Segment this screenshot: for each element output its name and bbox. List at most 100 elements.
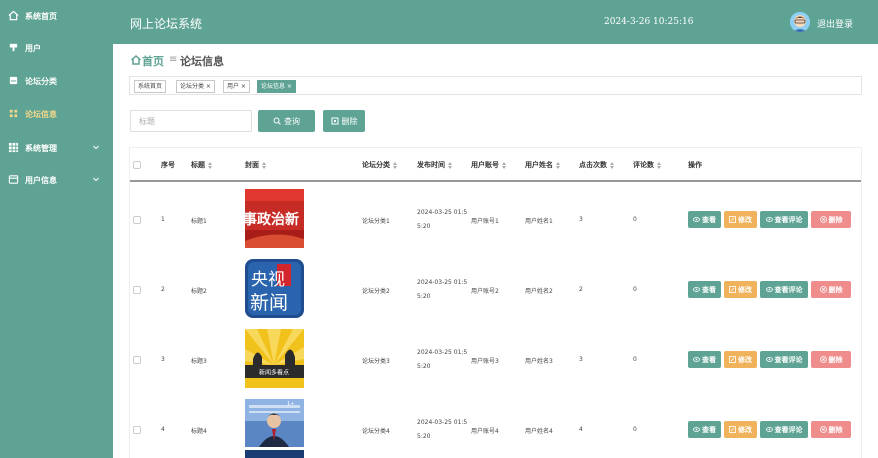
header-datetime: 2024-3-26 10:25:16 xyxy=(604,17,694,27)
cover-image[interactable]: 1+ xyxy=(245,399,304,458)
tag-label: 系统首页 xyxy=(138,83,163,90)
home-icon xyxy=(131,54,141,65)
eye-icon xyxy=(765,357,773,362)
cell-clicks: 3 xyxy=(579,356,583,363)
view-button[interactable]: 查看 xyxy=(688,421,721,438)
column-header-comments[interactable]: 评论数 xyxy=(633,160,662,170)
column-header-account[interactable]: 用户账号 xyxy=(471,160,507,170)
cover-badge-text: 1+ xyxy=(287,401,294,407)
avatar[interactable] xyxy=(790,12,810,32)
cell-category: 论坛分类3 xyxy=(362,358,390,365)
cover-cctv-news-icon: 央视 新闻 xyxy=(245,259,304,318)
row-checkbox[interactable] xyxy=(133,426,141,434)
edit-button[interactable]: 修改 xyxy=(724,351,757,368)
delete-button[interactable]: 删除 xyxy=(811,211,851,228)
cell-clicks: 2 xyxy=(579,286,583,293)
logout-link[interactable]: 退出登录 xyxy=(817,17,853,30)
tag-forum-category[interactable]: 论坛分类 × xyxy=(176,80,215,93)
forum-table: 序号 标题 封面 论坛分类 发布时间 用户账号 用户姓名 点击次数 评论数 操作… xyxy=(129,147,862,458)
edit-button[interactable]: 修改 xyxy=(724,281,757,298)
delete-button[interactable]: 删除 xyxy=(811,281,851,298)
edit-icon xyxy=(729,286,736,293)
view-comments-button[interactable]: 查看评论 xyxy=(760,211,808,228)
view-comments-button[interactable]: 查看评论 xyxy=(760,351,808,368)
cover-image[interactable]: 事政治新 xyxy=(245,189,304,248)
edit-button[interactable]: 修改 xyxy=(724,421,757,438)
row-checkbox[interactable] xyxy=(133,356,141,364)
view-button[interactable]: 查看 xyxy=(688,211,721,228)
eye-icon xyxy=(693,427,700,432)
close-circle-icon xyxy=(819,426,827,433)
cell-category: 论坛分类1 xyxy=(362,218,390,225)
search-title-input[interactable] xyxy=(130,110,252,132)
breadcrumb-home[interactable]: 首页 xyxy=(142,53,164,69)
sidebar-item-forum-category[interactable]: 论坛分类 xyxy=(0,69,113,93)
view-button[interactable]: 查看 xyxy=(688,351,721,368)
forum-category-icon xyxy=(9,76,18,85)
column-header-title[interactable]: 标题 xyxy=(191,160,213,170)
cell-name: 用户姓名2 xyxy=(525,288,553,295)
cell-index: 1 xyxy=(161,216,165,223)
eye-icon xyxy=(693,357,700,362)
sidebar-item-label: 论坛信息 xyxy=(25,110,57,119)
cell-comments: 0 xyxy=(633,356,637,363)
user-card-icon xyxy=(8,175,19,184)
tag-label: 论坛分类 xyxy=(180,83,205,90)
column-header-publish-time[interactable]: 发布时间 xyxy=(417,160,453,170)
home-icon xyxy=(8,10,19,21)
cell-account: 用户账号2 xyxy=(471,288,499,295)
sort-icon xyxy=(657,161,662,169)
tag-forum-info[interactable]: 论坛信息 × xyxy=(257,80,296,93)
cell-clicks: 3 xyxy=(579,216,583,223)
sidebar-item-label: 用户 xyxy=(25,44,41,53)
app-title: 网上论坛系统 xyxy=(130,17,203,31)
close-icon[interactable]: × xyxy=(239,83,246,90)
cell-category: 论坛分类2 xyxy=(362,288,390,295)
query-button[interactable]: 查询 xyxy=(258,110,315,132)
chevron-down-icon xyxy=(93,145,99,150)
cell-publish-time: 2024-03-25 01:55:20 xyxy=(417,419,468,440)
table-row: 1 标题1 事政治新 论坛分类1 2024-03-25 01:55:20 用户账… xyxy=(130,184,861,255)
sidebar-item-user[interactable]: 用户 xyxy=(0,36,113,60)
row-checkbox[interactable] xyxy=(133,286,141,294)
sidebar-item-label: 系统管理 xyxy=(25,144,57,153)
tag-user[interactable]: 用户 × xyxy=(223,80,250,93)
cell-title: 标题1 xyxy=(191,218,207,225)
sidebar-item-system-management[interactable]: 系统管理 xyxy=(0,136,113,160)
tag-home[interactable]: 系统首页 xyxy=(134,80,167,93)
view-comments-button[interactable]: 查看评论 xyxy=(760,281,808,298)
view-comments-button[interactable]: 查看评论 xyxy=(760,421,808,438)
row-checkbox[interactable] xyxy=(133,216,141,224)
sidebar-item-home[interactable]: 系统首页 xyxy=(0,4,113,28)
sidebar-item-forum-info[interactable]: 论坛信息 xyxy=(0,102,113,126)
tags-view-bar: 系统首页 论坛分类 × 用户 × 论坛信息 × xyxy=(129,76,862,95)
delete-icon xyxy=(331,117,338,125)
cell-publish-time: 2024-03-25 01:55:20 xyxy=(417,349,468,370)
cell-index: 4 xyxy=(161,426,165,433)
delete-button[interactable]: 删除 xyxy=(811,351,851,368)
cover-image[interactable]: 新闻多看点 xyxy=(245,329,304,388)
column-header-name[interactable]: 用户姓名 xyxy=(525,160,561,170)
cell-account: 用户账号1 xyxy=(471,218,499,225)
delete-button[interactable]: 删除 xyxy=(811,421,851,438)
breadcrumb-separator: ≡ xyxy=(169,54,178,65)
cover-image[interactable]: 央视 新闻 xyxy=(245,259,304,318)
sort-icon xyxy=(502,161,507,169)
cell-name: 用户姓名4 xyxy=(525,428,553,435)
cover-text-top: 央视 xyxy=(251,270,285,290)
batch-delete-button[interactable]: 删除 xyxy=(323,110,365,132)
close-icon[interactable]: × xyxy=(204,83,211,90)
sidebar-item-user-info[interactable]: 用户信息 xyxy=(0,168,113,192)
select-all-checkbox[interactable] xyxy=(133,161,141,169)
column-header-cover[interactable]: 封面 xyxy=(245,160,267,170)
column-header-clicks[interactable]: 点击次数 xyxy=(579,160,615,170)
search-icon xyxy=(273,117,281,125)
close-icon[interactable]: × xyxy=(285,83,292,90)
column-header-index: 序号 xyxy=(161,161,175,169)
tag-label: 用户 xyxy=(227,83,240,90)
cell-title: 标题4 xyxy=(191,428,207,435)
sidebar: 系统首页 用户 论坛分类 论坛信息 系统管理 用户信息 xyxy=(0,0,113,458)
column-header-category[interactable]: 论坛分类 xyxy=(362,160,398,170)
view-button[interactable]: 查看 xyxy=(688,281,721,298)
edit-button[interactable]: 修改 xyxy=(724,211,757,228)
